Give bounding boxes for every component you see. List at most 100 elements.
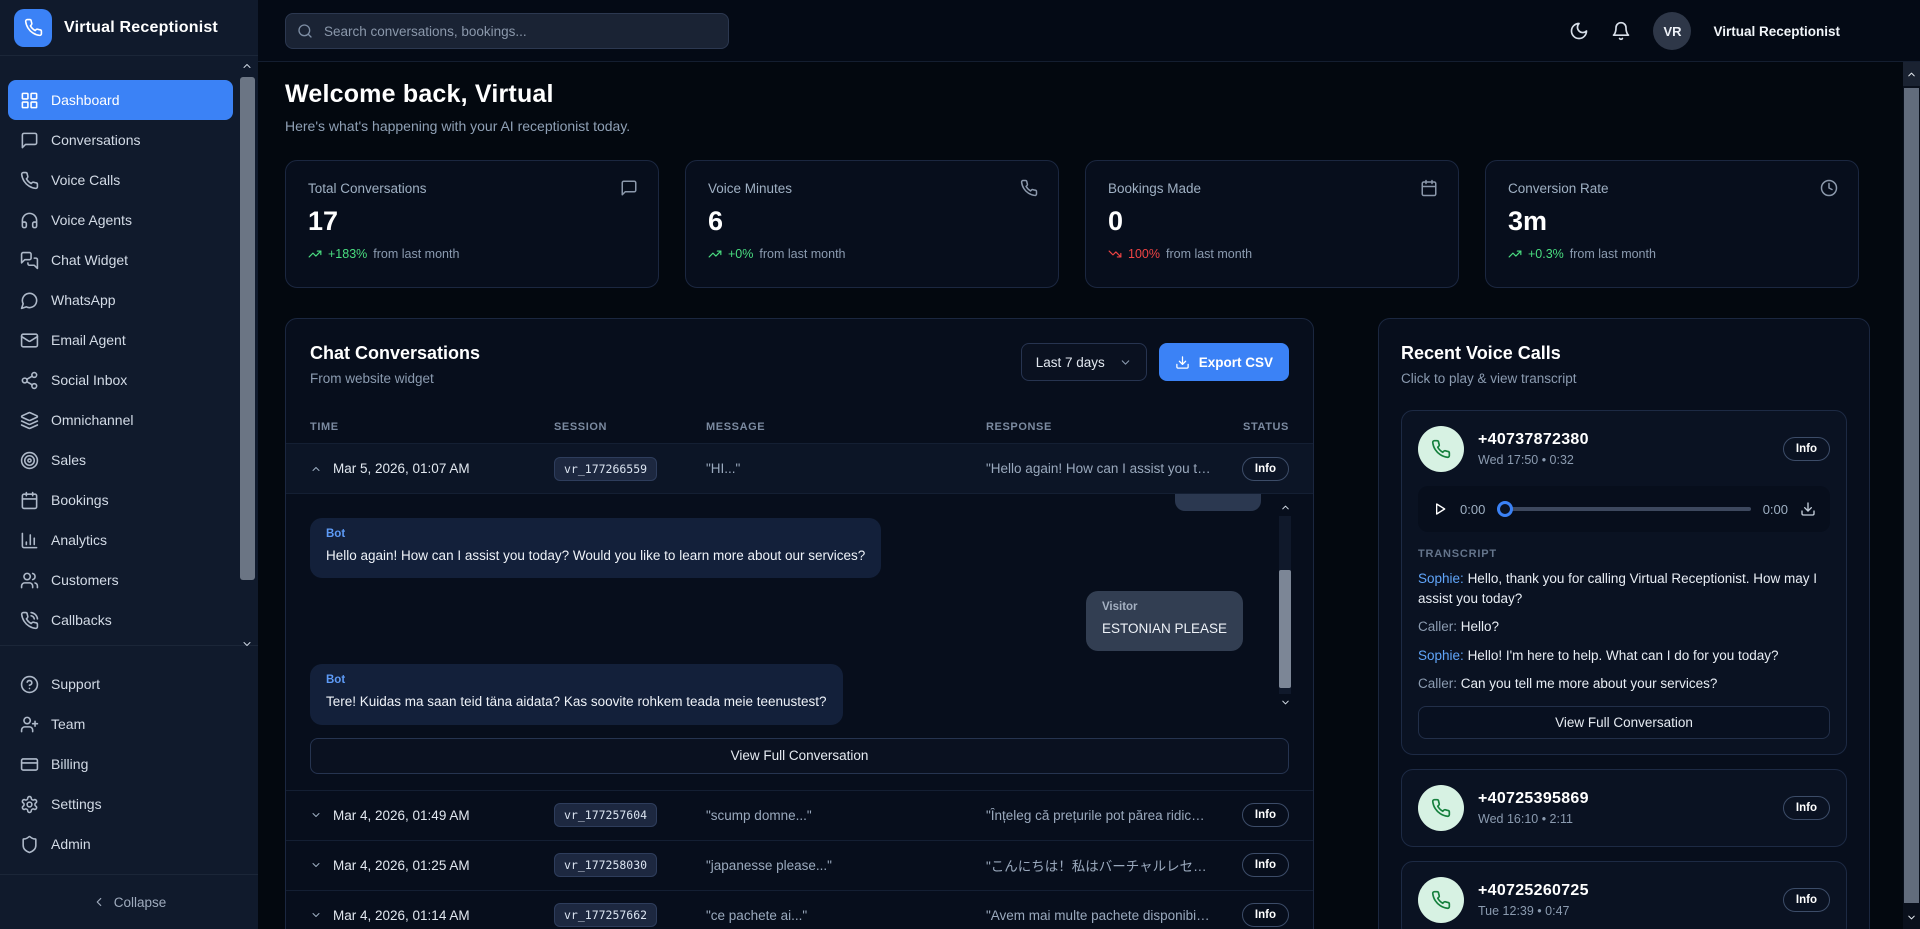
- voice-call-card[interactable]: +40737872380 Wed 17:50 • 0:32 Info 0:00 …: [1401, 410, 1847, 755]
- row-message: "japanesse please...": [706, 858, 986, 873]
- sidebar-item-analytics[interactable]: Analytics: [8, 520, 233, 560]
- transcript-text: Can you tell me more about your services…: [1461, 676, 1718, 691]
- grid-icon: [20, 91, 39, 110]
- sidebar-item-sales[interactable]: Sales: [8, 440, 233, 480]
- date-range-select[interactable]: Last 7 days: [1021, 343, 1147, 381]
- search-input[interactable]: [285, 13, 729, 49]
- sidebar-item-label: WhatsApp: [51, 292, 116, 308]
- chevron-down-icon[interactable]: [310, 859, 322, 871]
- sidebar-item-callbacks[interactable]: Callbacks: [8, 600, 233, 640]
- expanded-conversation: Bot Hello again! How can I assist you to…: [286, 494, 1313, 791]
- stat-trend: +183% from last month: [308, 247, 636, 261]
- sidebar-collapse-button[interactable]: Collapse: [0, 874, 258, 929]
- moon-icon: [1569, 21, 1589, 41]
- chevron-down-icon[interactable]: [310, 909, 322, 921]
- notifications-button[interactable]: [1611, 21, 1631, 41]
- stat-trend: +0% from last month: [708, 247, 1036, 261]
- sidebar-item-customers[interactable]: Customers: [8, 560, 233, 600]
- sender-label: Bot: [326, 674, 827, 686]
- page-title: Welcome back, Virtual: [285, 80, 630, 109]
- info-button[interactable]: Info: [1783, 796, 1830, 820]
- conversation-scrollbar[interactable]: [1279, 502, 1291, 708]
- sidebar-item-admin[interactable]: Admin: [8, 824, 233, 864]
- scroll-up-button[interactable]: [1903, 62, 1920, 86]
- column-header-time: TIME: [310, 421, 554, 433]
- partial-visitor-bubble: [1175, 494, 1261, 511]
- sidebar-item-voice-calls[interactable]: Voice Calls: [8, 160, 233, 200]
- sidebar-item-bookings[interactable]: Bookings: [8, 480, 233, 520]
- sidebar-item-social-inbox[interactable]: Social Inbox: [8, 360, 233, 400]
- export-csv-button[interactable]: Export CSV: [1159, 343, 1289, 381]
- sidebar-item-label: Chat Widget: [51, 252, 128, 268]
- sidebar-item-email-agent[interactable]: Email Agent: [8, 320, 233, 360]
- table-row[interactable]: Mar 4, 2026, 01:25 AM vr_177258030 "japa…: [286, 841, 1313, 891]
- download-audio-button[interactable]: [1800, 501, 1816, 517]
- play-button[interactable]: [1432, 501, 1448, 517]
- sidebar-item-label: Dashboard: [51, 92, 120, 108]
- sidebar-item-omnichannel[interactable]: Omnichannel: [8, 400, 233, 440]
- info-button[interactable]: Info: [1242, 803, 1289, 827]
- scroll-down-button[interactable]: [1903, 905, 1920, 929]
- sidebar-item-support[interactable]: Support: [8, 664, 233, 704]
- message-circle-icon: [20, 291, 39, 310]
- table-row[interactable]: Mar 4, 2026, 01:49 AM vr_177257604 "scum…: [286, 791, 1313, 841]
- voice-call-card[interactable]: +40725395869 Wed 16:10 • 2:11 Info: [1401, 769, 1847, 847]
- voice-call-card[interactable]: +40725260725 Tue 12:39 • 0:47 Info: [1401, 861, 1847, 929]
- stat-change-suffix: from last month: [373, 247, 459, 261]
- sidebar-item-settings[interactable]: Settings: [8, 784, 233, 824]
- page-scrollbar[interactable]: [1903, 62, 1920, 929]
- stat-card-total-conversations: Total Conversations 17 +183% from last m…: [285, 160, 659, 288]
- info-button[interactable]: Info: [1242, 903, 1289, 927]
- bot-message-bubble: Bot Hello again! How can I assist you to…: [310, 518, 881, 578]
- chevron-down-icon[interactable]: [1280, 697, 1291, 708]
- chevron-down-icon[interactable]: [310, 809, 322, 821]
- transcript-line: Caller: Can you tell me more about your …: [1418, 674, 1830, 694]
- sidebar-item-chat-widget[interactable]: Chat Widget: [8, 240, 233, 280]
- seek-slider[interactable]: [1497, 501, 1750, 517]
- theme-toggle-button[interactable]: [1569, 21, 1589, 41]
- stat-label: Conversion Rate: [1508, 181, 1836, 196]
- chevron-up-icon[interactable]: [1280, 502, 1291, 513]
- user-name: Virtual Receptionist: [1713, 24, 1840, 39]
- sidebar-item-billing[interactable]: Billing: [8, 744, 233, 784]
- stat-change-suffix: from last month: [1166, 247, 1252, 261]
- stat-card-bookings-made: Bookings Made 0 100% from last month: [1085, 160, 1459, 288]
- chat-conversations-panel: Chat Conversations From website widget L…: [285, 318, 1314, 929]
- chevron-up-icon[interactable]: [310, 463, 322, 475]
- view-full-conversation-button[interactable]: View Full Conversation: [310, 738, 1289, 774]
- transcript-line: Sophie: Hello, thank you for calling Vir…: [1418, 569, 1830, 608]
- info-button[interactable]: Info: [1242, 457, 1289, 481]
- info-button[interactable]: Info: [1783, 437, 1830, 461]
- headphones-icon: [20, 211, 39, 230]
- date-range-value: Last 7 days: [1036, 355, 1105, 370]
- transcript-text: Hello! I'm here to help. What can I do f…: [1468, 648, 1779, 663]
- sidebar-item-dashboard[interactable]: Dashboard: [8, 80, 233, 120]
- scrollbar-track[interactable]: [1279, 516, 1291, 694]
- sidebar-item-team[interactable]: Team: [8, 704, 233, 744]
- sidebar-scrollbar[interactable]: [239, 60, 256, 652]
- table-row[interactable]: Mar 4, 2026, 01:14 AM vr_177257662 "ce p…: [286, 891, 1313, 929]
- info-button[interactable]: Info: [1242, 853, 1289, 877]
- chevron-left-icon: [92, 895, 106, 909]
- speaker-label: Sophie:: [1418, 648, 1464, 663]
- stat-label: Total Conversations: [308, 181, 636, 196]
- phone-icon: [1431, 439, 1451, 459]
- view-full-conversation-button[interactable]: View Full Conversation: [1418, 706, 1830, 739]
- avatar[interactable]: VR: [1653, 12, 1691, 50]
- scrollbar-thumb[interactable]: [1279, 570, 1291, 688]
- sidebar-item-whatsapp[interactable]: WhatsApp: [8, 280, 233, 320]
- info-button[interactable]: Info: [1783, 888, 1830, 912]
- slider-thumb[interactable]: [1497, 501, 1513, 517]
- chevron-down-icon[interactable]: [241, 638, 253, 650]
- sidebar-secondary-nav: Support Team Billing Settings Admin: [0, 646, 258, 864]
- sidebar-item-conversations[interactable]: Conversations: [8, 120, 233, 160]
- chevron-up-icon[interactable]: [241, 60, 253, 72]
- sidebar-item-voice-agents[interactable]: Voice Agents: [8, 200, 233, 240]
- voice-panel-subtitle: Click to play & view transcript: [1401, 371, 1847, 386]
- sidebar-scrollbar-thumb[interactable]: [240, 77, 255, 580]
- sidebar-item-label: Customers: [51, 572, 119, 588]
- page-scrollbar-thumb[interactable]: [1904, 88, 1919, 903]
- table-row[interactable]: Mar 5, 2026, 01:07 AM vr_177266559 "HI..…: [286, 444, 1313, 494]
- gear-icon: [20, 795, 39, 814]
- clock-icon: [1820, 179, 1838, 197]
